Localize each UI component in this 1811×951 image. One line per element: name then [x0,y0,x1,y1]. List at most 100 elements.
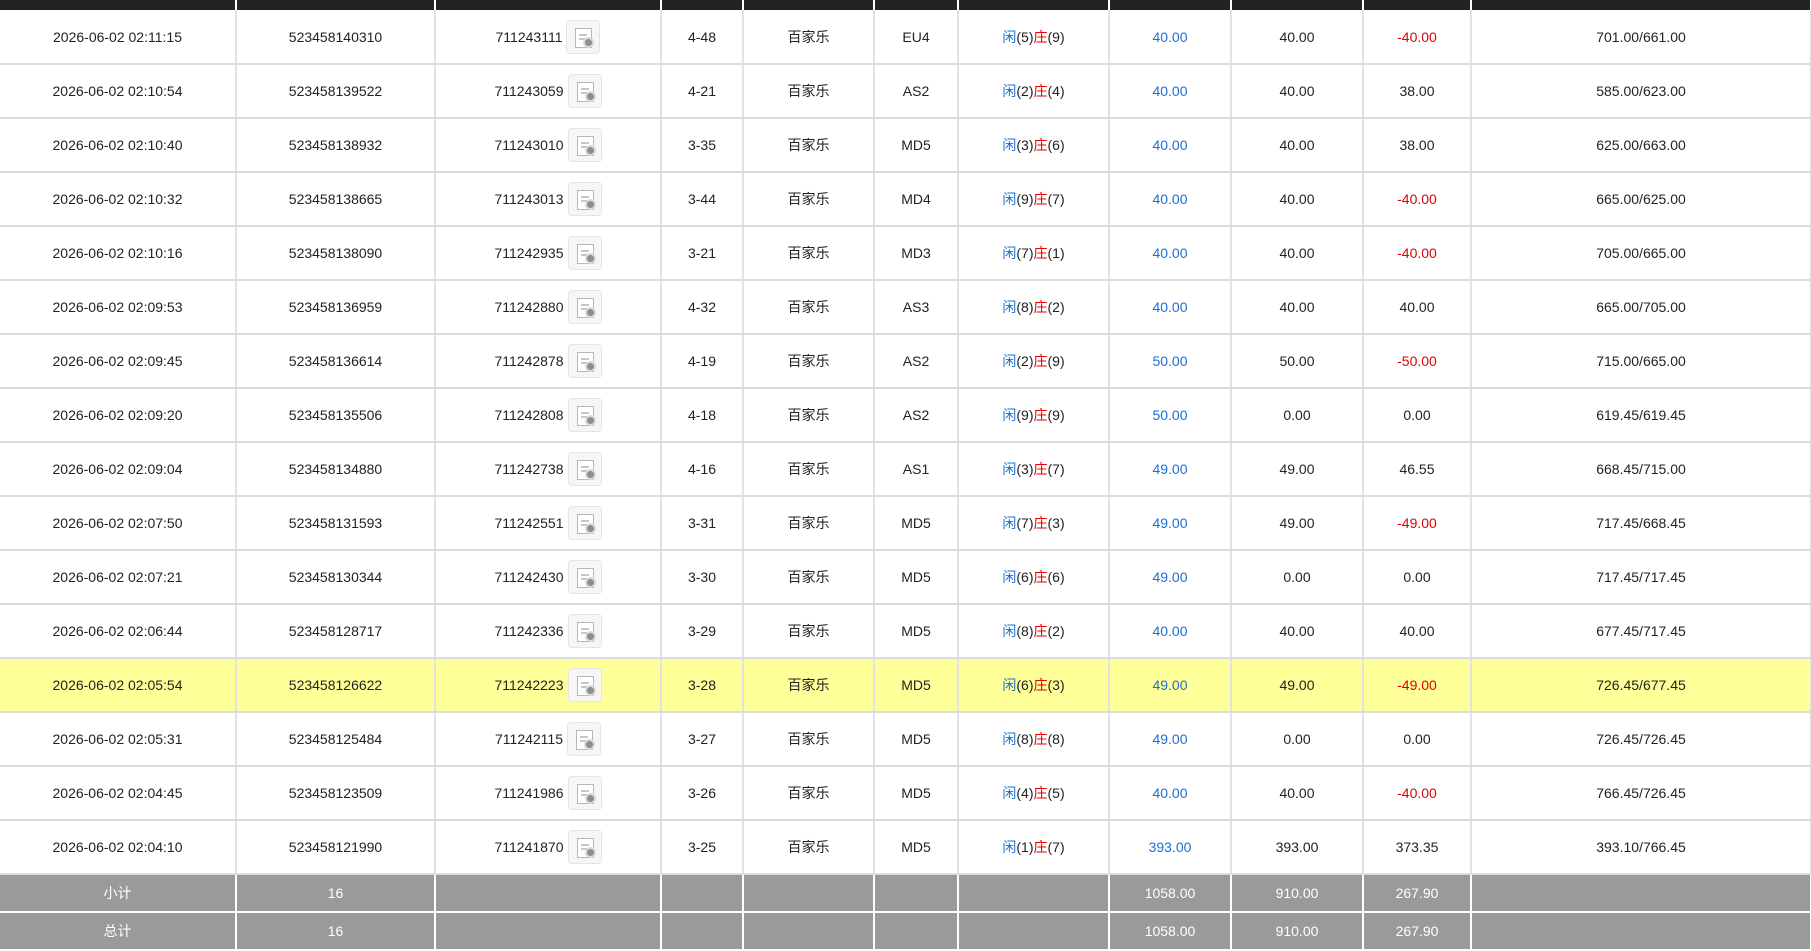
shoe-hand-cell: 3-44 [661,172,744,227]
video-replay-icon[interactable] [567,236,602,270]
valid-bet-cell: 393.00 [1231,820,1364,875]
balance-cell: 717.45/717.45 [1471,550,1811,605]
round-id-text: 711242808 [494,407,564,423]
summary-win-cell: 267.90 [1363,912,1472,951]
video-replay-icon[interactable] [567,776,602,810]
win-loss-cell: -40.00 [1363,226,1472,281]
valid-bet-cell: 0.00 [1231,388,1364,443]
video-replay-icon[interactable] [567,128,602,162]
table-row[interactable]: 2026-06-02 02:10:40 523458138932 711243010… [0,118,1811,173]
shoe-hand-cell: 4-18 [661,388,744,443]
table-name-cell: MD5 [874,658,959,713]
shoe-hand-cell: 3-21 [661,226,744,281]
bet-time-cell: 2026-06-02 02:06:44 [0,604,237,659]
round-id-text: 711243010 [494,137,564,153]
player-score: (1) [1016,839,1034,855]
video-replay-icon[interactable] [567,506,602,540]
game-type-cell: 百家乐 [743,442,875,497]
round-id-cell: 711242738 [435,442,662,497]
game-type-cell: 百家乐 [743,10,875,65]
bet-time-cell: 2026-06-02 02:04:45 [0,766,237,821]
bet-time-cell: 2026-06-02 02:10:32 [0,172,237,227]
table-row[interactable]: 2026-06-02 02:07:50 523458131593 711242551… [0,496,1811,551]
result-cell: 闲(1)庄(7) [958,820,1110,875]
round-id-text: 711242551 [494,515,564,531]
valid-bet-cell: 50.00 [1231,334,1364,389]
header-bar-cell [1109,0,1232,10]
round-id-wrapper: 711242223 [436,668,659,702]
table-name-cell: MD5 [874,766,959,821]
table-name-cell: MD5 [874,496,959,551]
video-replay-icon[interactable] [567,398,602,432]
round-id-text: 711242738 [494,461,564,477]
shoe-hand-cell: 4-21 [661,64,744,119]
video-replay-icon[interactable] [567,668,602,702]
table-row[interactable]: 2026-06-02 02:11:15 523458140310 711243111… [0,10,1811,65]
table-row[interactable]: 2026-06-02 02:09:53 523458136959 711242880… [0,280,1811,335]
result-cell: 闲(5)庄(9) [958,10,1110,65]
valid-bet-cell: 40.00 [1231,172,1364,227]
video-replay-icon[interactable] [567,560,602,594]
player-score: (3) [1016,461,1034,477]
video-replay-icon[interactable] [567,74,602,108]
player-score: (7) [1016,245,1034,261]
player-label: 闲 [1002,731,1017,747]
table-row[interactable]: 2026-06-02 02:07:21 523458130344 711242430… [0,550,1811,605]
result-cell: 闲(8)庄(2) [958,280,1110,335]
game-type-cell: 百家乐 [743,280,875,335]
table-row[interactable]: 2026-06-02 02:09:20 523458135506 711242808… [0,388,1811,443]
table-row[interactable]: 2026-06-02 02:04:45 523458123509 711241986… [0,766,1811,821]
video-replay-icon[interactable] [567,830,602,864]
table-row[interactable]: 2026-06-02 02:05:54 523458126622 711242223… [0,658,1811,713]
bet-time-cell: 2026-06-02 02:09:45 [0,334,237,389]
table-row[interactable]: 2026-06-02 02:10:54 523458139522 711243059… [0,64,1811,119]
table-name-cell: MD5 [874,550,959,605]
video-replay-icon[interactable] [567,452,602,486]
banker-label: 庄 [1033,785,1048,801]
banker-label: 庄 [1033,299,1048,315]
banker-score: (3) [1047,677,1065,693]
bet-amount-cell: 49.00 [1109,550,1232,605]
result-cell: 闲(9)庄(9) [958,388,1110,443]
round-id-wrapper: 711243013 [436,182,659,216]
game-type-cell: 百家乐 [743,334,875,389]
round-id-wrapper: 711242878 [436,344,659,378]
bet-amount-cell: 49.00 [1109,496,1232,551]
table-row[interactable]: 2026-06-02 02:10:16 523458138090 711242935… [0,226,1811,281]
table-row[interactable]: 2026-06-02 02:04:10 523458121990 711241870… [0,820,1811,875]
table-row[interactable]: 2026-06-02 02:09:45 523458136614 711242878… [0,334,1811,389]
round-id-text: 711242430 [494,569,564,585]
player-score: (2) [1016,353,1034,369]
banker-score: (8) [1047,731,1065,747]
win-loss-cell: 38.00 [1363,64,1472,119]
video-replay-icon[interactable] [566,19,601,54]
round-id-text: 711243111 [495,28,563,45]
valid-bet-cell: 49.00 [1231,658,1364,713]
bet-amount-cell: 49.00 [1109,658,1232,713]
table-row[interactable]: 2026-06-02 02:06:44 523458128717 711242336… [0,604,1811,659]
valid-bet-cell: 0.00 [1231,712,1364,767]
bet-amount-cell: 40.00 [1109,280,1232,335]
bet-time-cell: 2026-06-02 02:09:53 [0,280,237,335]
banker-score: (9) [1047,407,1065,423]
video-replay-icon[interactable] [567,290,602,324]
table-row[interactable]: 2026-06-02 02:05:31 523458125484 711242115… [0,712,1811,767]
bet-amount-cell: 40.00 [1109,226,1232,281]
video-replay-icon[interactable] [567,614,602,648]
round-id-cell: 711243059 [435,64,662,119]
player-score: (4) [1016,785,1034,801]
banker-score: (2) [1047,623,1065,639]
result-cell: 闲(3)庄(6) [958,118,1110,173]
win-loss-cell: 46.55 [1363,442,1472,497]
video-replay-icon[interactable] [567,344,602,378]
video-replay-icon[interactable] [567,182,602,216]
video-replay-icon[interactable] [567,722,601,756]
result-cell: 闲(6)庄(6) [958,550,1110,605]
player-score: (8) [1016,731,1034,747]
table-row[interactable]: 2026-06-02 02:10:32 523458138665 711243013… [0,172,1811,227]
banker-score: (7) [1047,839,1065,855]
table-row[interactable]: 2026-06-02 02:09:04 523458134880 711242738… [0,442,1811,497]
round-id-cell: 711241986 [435,766,662,821]
shoe-hand-cell: 3-31 [661,496,744,551]
player-score: (7) [1016,515,1034,531]
